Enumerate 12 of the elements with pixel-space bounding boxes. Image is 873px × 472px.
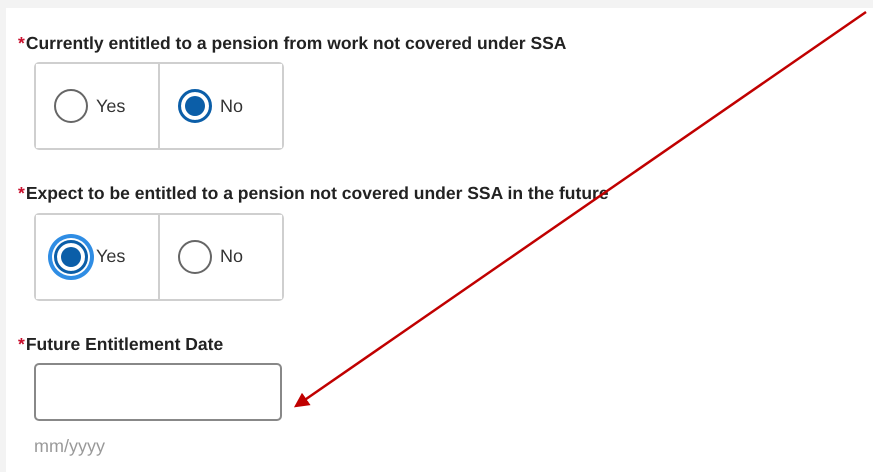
radio-circle-icon[interactable] [178, 240, 212, 274]
field-label: Future Entitlement Date [26, 332, 224, 356]
field-label: Currently entitled to a pension from work not covered under SSA [26, 32, 566, 55]
radio-option[interactable]: No [158, 214, 282, 298]
radio-circle-icon[interactable] [54, 89, 88, 124]
radio-circle-icon[interactable] [178, 89, 212, 124]
date-format-hint: mm/yyyy [34, 434, 105, 458]
radio-option[interactable]: No [158, 64, 282, 148]
required-asterisk: * [18, 332, 25, 356]
date-input-field[interactable] [34, 362, 282, 421]
required-asterisk: * [18, 182, 25, 206]
required-asterisk: * [18, 32, 25, 55]
